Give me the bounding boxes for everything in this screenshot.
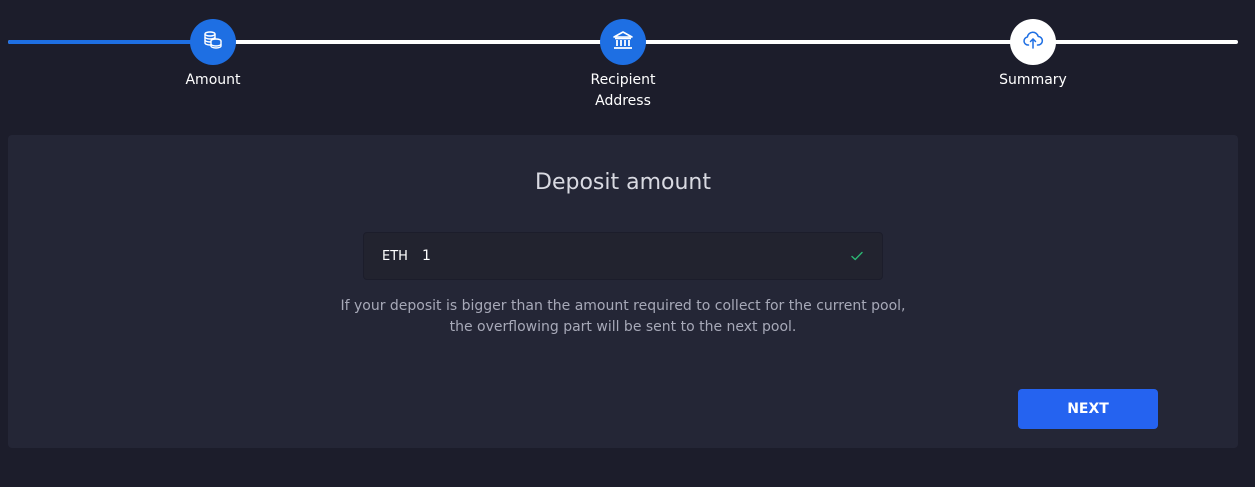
step-amount-circle xyxy=(190,19,236,65)
step-summary-label: Summary xyxy=(999,72,1067,88)
deposit-title: Deposit amount xyxy=(535,170,711,195)
bank-icon xyxy=(612,29,634,55)
step-recipient-label: Recipient Address xyxy=(590,72,656,109)
deposit-card: Deposit amount ETH If your deposit is bi… xyxy=(8,135,1238,448)
check-icon xyxy=(850,249,864,263)
step-amount[interactable]: Amount xyxy=(143,19,283,91)
step-summary[interactable]: Summary xyxy=(963,19,1103,91)
step-recipient-address[interactable]: Recipient Address xyxy=(553,19,693,112)
step-summary-circle xyxy=(1010,19,1056,65)
deposit-help-text: If your deposit is bigger than the amoun… xyxy=(340,298,906,335)
amount-input[interactable] xyxy=(422,248,850,264)
step-amount-label: Amount xyxy=(185,72,241,88)
stepper: Amount Recipient Address Summary xyxy=(0,0,1255,120)
amount-field[interactable]: ETH xyxy=(363,232,883,280)
currency-label: ETH xyxy=(382,248,408,264)
cloud-upload-icon xyxy=(1022,29,1044,55)
step-recipient-circle xyxy=(600,19,646,65)
next-button[interactable]: NEXT xyxy=(1018,389,1158,429)
coins-icon xyxy=(203,30,223,54)
